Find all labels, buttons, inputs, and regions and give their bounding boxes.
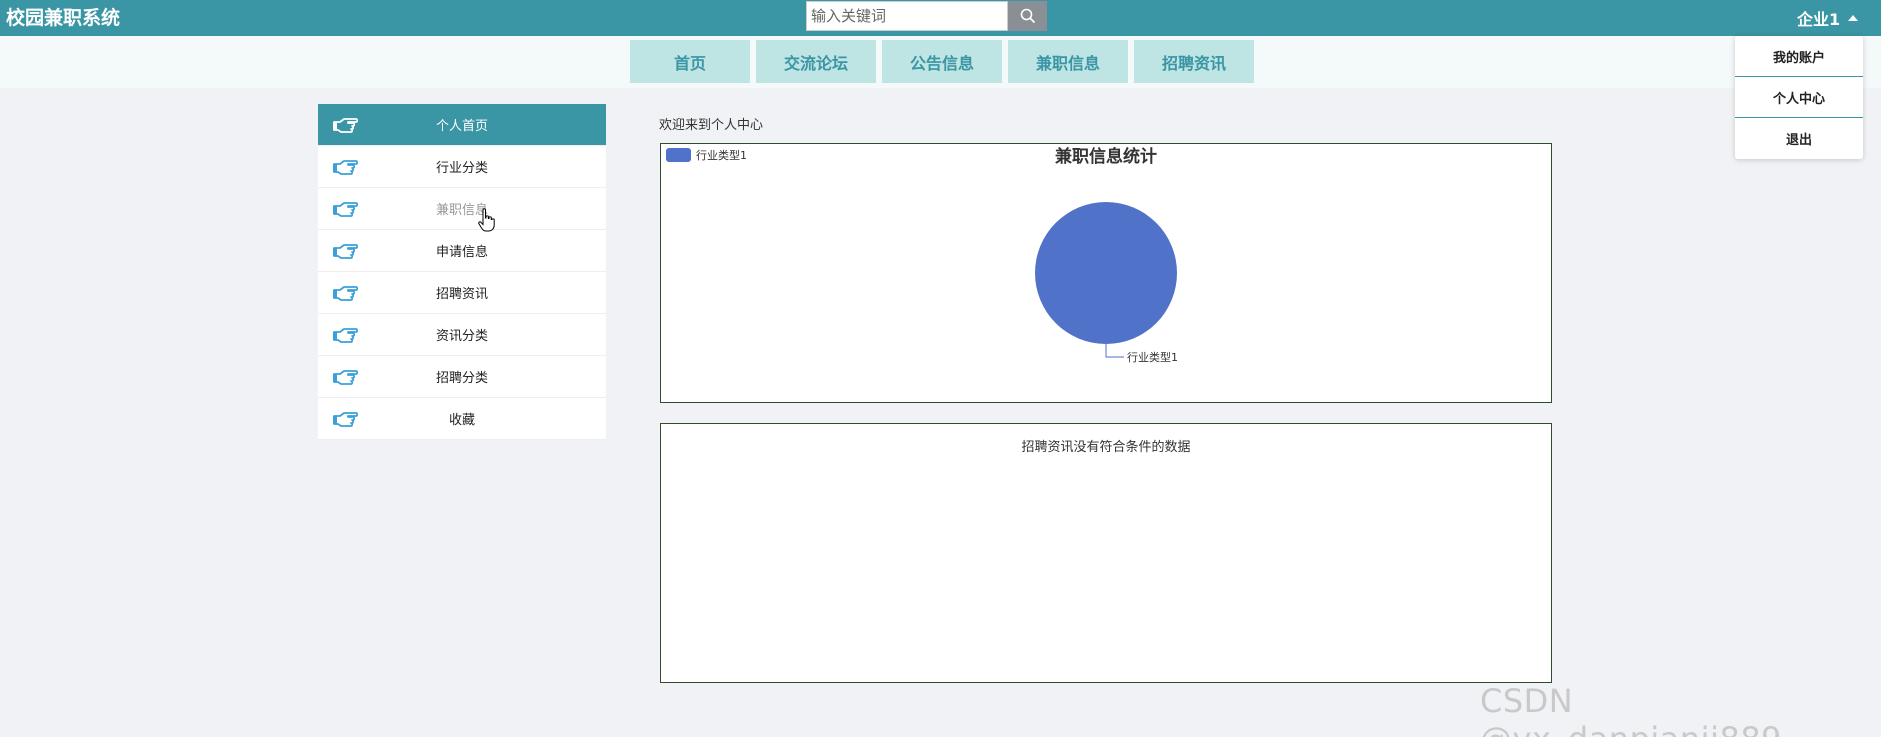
dropdown-my-account[interactable]: 我的账户 [1735, 36, 1863, 77]
nav-item-recruit[interactable]: 招聘资讯 [1134, 40, 1254, 83]
pie-slice[interactable] [1035, 202, 1177, 344]
caret-up-icon [1848, 15, 1859, 21]
dropdown-personal-center[interactable]: 个人中心 [1735, 77, 1863, 118]
brand-title[interactable]: 校园兼职系统 [6, 4, 120, 32]
sidebar-item-label: 行业分类 [435, 161, 488, 176]
user-dropdown: 我的账户 个人中心 退出 [1735, 36, 1863, 159]
pie-chart: 兼职信息统计行业类型1行业类型1 [666, 146, 1178, 364]
pointing-hand-icon [333, 370, 359, 385]
slice-leader-line [1105, 344, 1124, 358]
slice-label: 行业类型1 [1127, 350, 1178, 364]
pointing-hand-icon [333, 202, 359, 217]
pointing-hand-icon [333, 286, 359, 301]
sidebar-item-home[interactable]: 个人首页 [318, 104, 606, 146]
pointing-hand-icon [333, 244, 359, 259]
pointing-hand-icon [333, 412, 359, 427]
search-input[interactable] [806, 1, 1008, 31]
sidebar-item-favorites[interactable]: 收藏 [318, 398, 606, 440]
top-bar: 校园兼职系统 企业1 [0, 0, 1881, 36]
sidebar-item-label: 个人首页 [435, 119, 488, 134]
sidebar-item-label: 资讯分类 [435, 329, 488, 344]
nav-item-parttime[interactable]: 兼职信息 [1008, 40, 1128, 83]
sidebar-item-label: 收藏 [448, 413, 475, 428]
search-icon [1020, 8, 1035, 24]
sidebar-item-label: 兼职信息 [435, 203, 488, 218]
sidebar-item-label: 申请信息 [435, 245, 488, 260]
legend-item[interactable]: 行业类型1 [666, 148, 747, 162]
hand-cursor-icon [478, 208, 495, 232]
sidebar-item-industry-category[interactable]: 行业分类 [318, 146, 606, 188]
main-nav: 首页 交流论坛 公告信息 兼职信息 招聘资讯 [630, 40, 1260, 83]
sidebar-item-recruit-news[interactable]: 招聘资讯 [318, 272, 606, 314]
nav-item-home[interactable]: 首页 [630, 40, 750, 83]
chart-panel: 兼职信息统计 行业类型1 行业类型1 [660, 143, 1552, 403]
sidebar-item-recruit-category[interactable]: 招聘分类 [318, 356, 606, 398]
sidebar-item-label: 招聘资讯 [435, 287, 488, 302]
watermark: CSDN @vx_danpianji889 [1480, 682, 1782, 737]
legend-label: 行业类型1 [696, 148, 747, 162]
sidebar: 个人首页行业分类兼职信息申请信息招聘资讯资讯分类招聘分类收藏 [318, 104, 606, 440]
nav-item-forum[interactable]: 交流论坛 [756, 40, 876, 83]
pointing-hand-icon [333, 118, 359, 133]
sidebar-item-parttime-info[interactable]: 兼职信息 [318, 188, 606, 230]
search-button[interactable] [1008, 1, 1047, 31]
pointing-hand-icon [333, 328, 359, 343]
dropdown-logout[interactable]: 退出 [1735, 118, 1863, 159]
legend-swatch [666, 148, 691, 162]
sidebar-item-news-category[interactable]: 资讯分类 [318, 314, 606, 356]
search-box [806, 1, 1047, 31]
recruit-panel: 招聘资讯没有符合条件的数据 [660, 423, 1552, 683]
nav-item-notice[interactable]: 公告信息 [882, 40, 1002, 83]
user-name: 企业1 [1797, 10, 1841, 29]
user-menu-toggle[interactable]: 企业1 [1797, 4, 1859, 32]
welcome-text: 欢迎来到个人中心 [659, 118, 764, 133]
sidebar-item-label: 招聘分类 [435, 371, 488, 386]
sidebar-item-application-info[interactable]: 申请信息 [318, 230, 606, 272]
chart-title: 兼职信息统计 [1055, 146, 1157, 167]
empty-message: 招聘资讯没有符合条件的数据 [1021, 440, 1191, 455]
pointing-hand-icon [333, 160, 359, 175]
